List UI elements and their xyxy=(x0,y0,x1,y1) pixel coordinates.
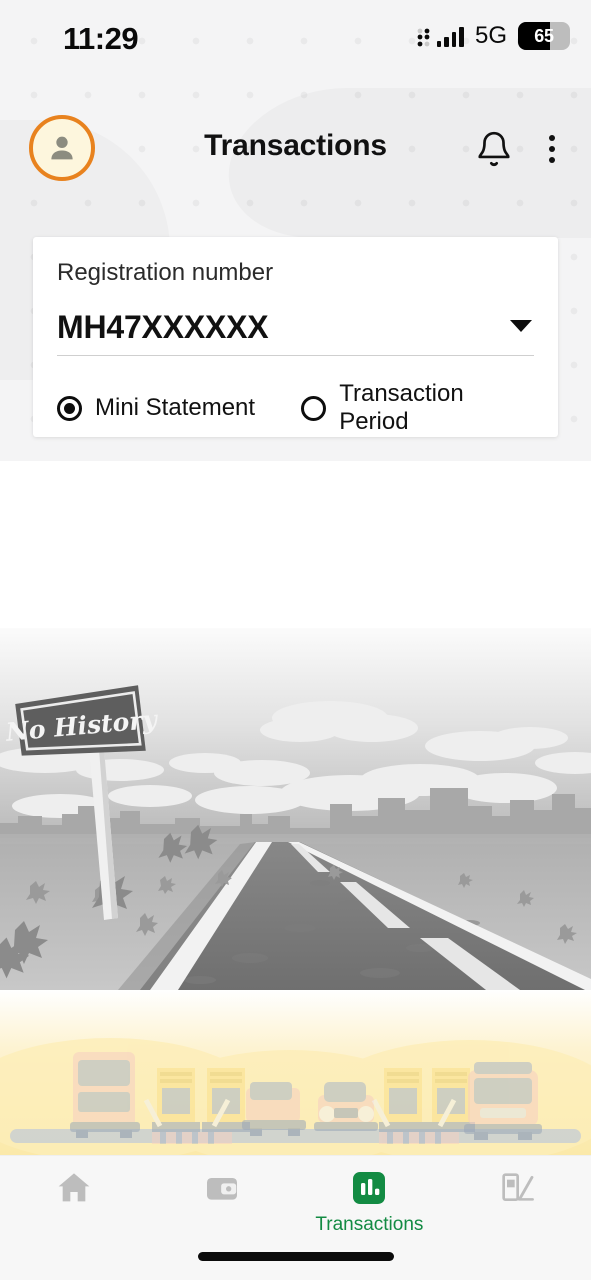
truck-left xyxy=(70,1052,140,1138)
status-bar-indicators: 5G 65 xyxy=(417,22,570,50)
van xyxy=(242,1082,306,1136)
battery-icon: 65 xyxy=(518,22,570,50)
bottom-navigation: Transactions xyxy=(0,1155,591,1280)
toll-booth-icon xyxy=(502,1173,535,1201)
radio-label-mini-statement: Mini Statement xyxy=(95,394,256,421)
bus-right xyxy=(464,1062,542,1140)
chevron-down-icon[interactable] xyxy=(510,320,532,332)
empty-state-illustration: No History xyxy=(0,628,591,990)
home-indicator-bar[interactable] xyxy=(197,1252,394,1261)
registration-filter-card: Registration number MH47XXXXXX Mini Stat… xyxy=(33,237,558,437)
kebab-menu-icon-dot3 xyxy=(549,157,555,163)
radio-mini-statement[interactable]: Mini Statement xyxy=(57,380,301,436)
radio-button-selected-icon xyxy=(57,395,82,421)
overflow-menu-button[interactable] xyxy=(539,130,565,168)
nav-item-transactions[interactable]: Transactions xyxy=(296,1156,444,1248)
radio-label-transaction-period: Transaction Period xyxy=(339,380,464,435)
nav-label-transactions: Transactions xyxy=(315,1214,424,1235)
battery-percent-label: 65 xyxy=(534,25,554,46)
bell-icon xyxy=(478,131,510,167)
radio-button-unselected-icon xyxy=(301,395,327,421)
signal-dots-icon xyxy=(417,25,433,47)
toll-booth-4 xyxy=(427,1068,475,1132)
registration-number-label: Registration number xyxy=(57,259,274,286)
nav-item-wallet[interactable] xyxy=(148,1156,296,1248)
notification-button[interactable] xyxy=(475,130,513,168)
network-type-label: 5G xyxy=(474,22,507,49)
vehicles-at-toll-plaza xyxy=(0,990,591,1155)
kebab-menu-icon xyxy=(549,135,555,141)
app-screen: 11:29 5G 65 Transactions Registration nu… xyxy=(0,0,591,1280)
empty-road-illustration: No History xyxy=(0,628,591,990)
kebab-menu-icon-dot2 xyxy=(549,146,555,152)
app-bar: Transactions xyxy=(0,113,591,197)
wallet-icon xyxy=(206,1178,237,1200)
signal-bars-icon xyxy=(436,25,464,47)
registration-number-value[interactable]: MH47XXXXXX xyxy=(57,309,269,346)
nav-item-toll-plaza[interactable] xyxy=(443,1156,591,1248)
home-icon xyxy=(58,1173,90,1202)
select-underline xyxy=(57,355,534,356)
nav-item-home[interactable] xyxy=(0,1156,148,1248)
toll-plaza-illustration xyxy=(0,990,591,1155)
bar-chart-icon xyxy=(353,1172,386,1204)
status-bar-time: 11:29 xyxy=(63,21,139,56)
statement-type-radio-group: Mini Statement Transaction Period xyxy=(57,380,538,436)
radio-dot xyxy=(64,402,75,414)
radio-transaction-period[interactable]: Transaction Period xyxy=(301,380,538,436)
status-bar: 11:29 5G 65 xyxy=(0,0,591,66)
